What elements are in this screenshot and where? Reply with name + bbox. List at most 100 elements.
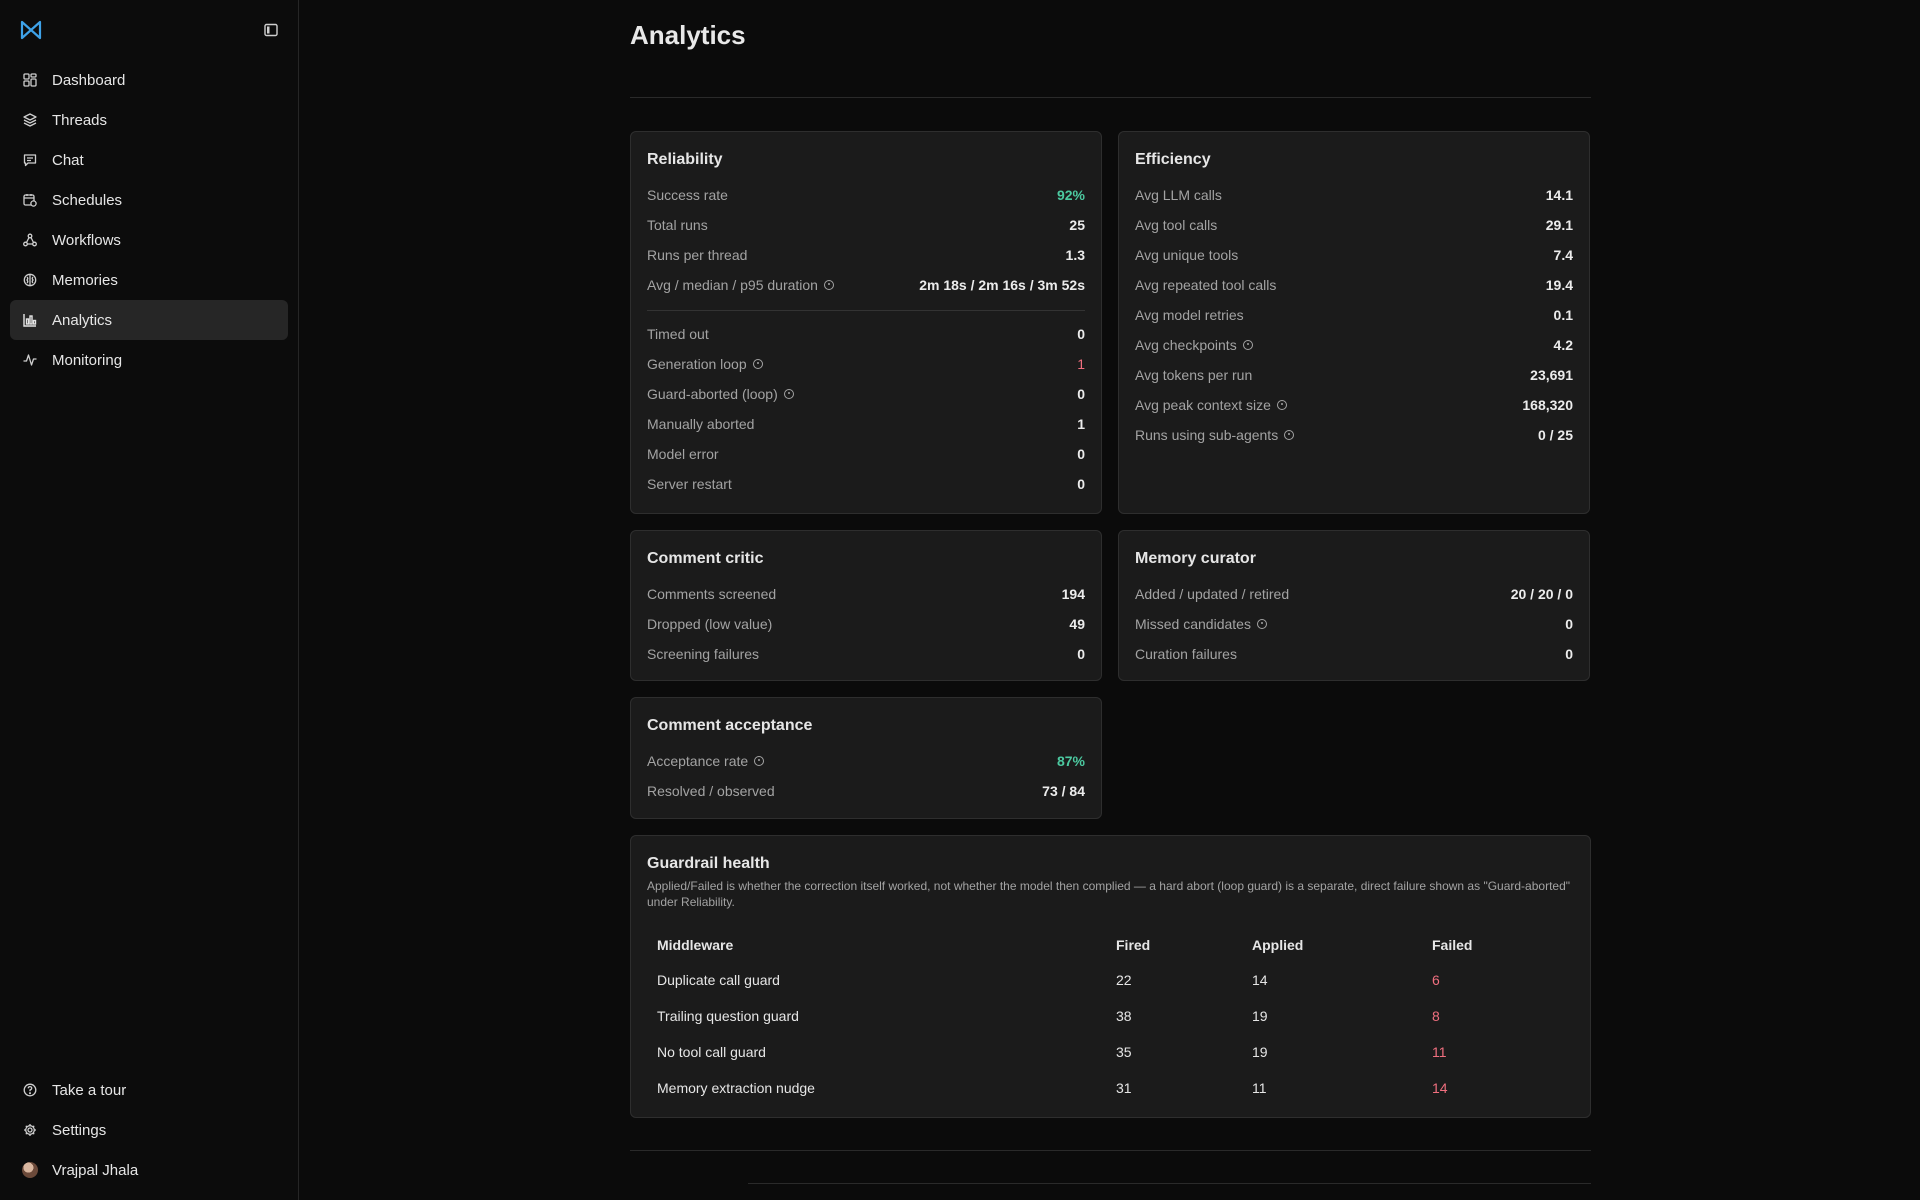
metric-label: Dropped (low value) [647, 616, 773, 632]
sidebar-nav: Dashboard Threads Chat Schedules Workflo… [0, 60, 298, 380]
metric-value: 0 [1077, 646, 1085, 662]
comment-critic-card: Comment critic Comments screened 194 Dro… [630, 530, 1102, 681]
cell-middleware: Trailing question guard [657, 1008, 799, 1024]
metric-value: 2m 18s / 2m 16s / 3m 52s [919, 277, 1085, 293]
mesh-logo-icon[interactable] [20, 20, 42, 40]
cell-applied: 19 [1252, 1044, 1268, 1060]
cell-applied: 19 [1252, 1008, 1268, 1024]
reliability-card: Reliability Success rate 92% Total runs … [630, 131, 1102, 514]
column-header-middleware: Middleware [657, 937, 734, 953]
page-title: Analytics [630, 20, 746, 50]
card-title: Memory curator [1135, 550, 1256, 567]
cell-middleware: Duplicate call guard [657, 972, 780, 988]
metric-row: Avg tokens per run 23,691 [1135, 360, 1573, 390]
metric-label: Acceptance rate [647, 753, 749, 769]
metric-value: 19.4 [1545, 277, 1573, 293]
sidebar-item-memories[interactable]: Memories [10, 260, 288, 300]
metric-row: Added / updated / retired 20 / 20 / 0 [1135, 579, 1573, 609]
cell-fired: 31 [1116, 1080, 1132, 1096]
cell-fired: 38 [1116, 1008, 1132, 1024]
sidebar-item-label: Monitoring [52, 351, 123, 369]
cell-middleware: Memory extraction nudge [657, 1080, 815, 1096]
section-divider [748, 1183, 1591, 1184]
info-icon[interactable] [1276, 400, 1287, 410]
metric-label: Avg repeated tool calls [1135, 277, 1277, 293]
card-title: Guardrail health [647, 855, 770, 872]
metric-label: Server restart [647, 476, 732, 492]
metric-row: Runs per thread 1.3 [647, 240, 1085, 270]
metric-row: Dropped (low value) 49 [647, 609, 1085, 639]
sidebar-item-analytics[interactable]: Analytics [10, 300, 288, 340]
metric-row: Avg checkpoints 4.2 [1135, 330, 1573, 360]
card-description: Applied/Failed is whether the correction… [647, 879, 1571, 909]
metric-row: Comments screened 194 [647, 579, 1085, 609]
metric-value: 92% [1056, 187, 1085, 203]
cell-failed: 14 [1432, 1080, 1448, 1096]
sidebar-item-label: Dashboard [52, 71, 126, 89]
info-icon[interactable] [1256, 619, 1267, 629]
sidebar-item-threads[interactable]: Threads [10, 100, 288, 140]
metric-value: 49 [1069, 616, 1085, 632]
message-icon [22, 152, 38, 168]
sidebar-item-label: Memories [52, 271, 118, 289]
sidebar-item-chat[interactable]: Chat [10, 140, 288, 180]
metric-label: Comments screened [647, 586, 777, 602]
info-icon[interactable] [1284, 430, 1295, 440]
sidebar-item-label: Analytics [52, 311, 113, 329]
avatar [22, 1162, 38, 1178]
guardrail-table: Middleware Fired Applied Failed Duplicat… [647, 928, 1574, 1106]
metric-value: 1.3 [1065, 247, 1085, 263]
sidebar-item-workflows[interactable]: Workflows [10, 220, 288, 260]
metric-label: Added / updated / retired [1135, 586, 1290, 602]
sidebar-item-label: Workflows [52, 231, 121, 249]
table-header-row: Middleware Fired Applied Failed [647, 928, 1574, 962]
info-icon[interactable] [752, 359, 763, 369]
user-profile-button[interactable]: Vrajpal Jhala [10, 1150, 288, 1190]
section-divider [630, 1150, 1591, 1151]
metric-row: Success rate 92% [647, 180, 1085, 210]
metric-value: 0 / 25 [1537, 427, 1573, 443]
info-icon[interactable] [1242, 340, 1253, 350]
info-icon[interactable] [823, 280, 834, 290]
metric-label: Missed candidates [1135, 616, 1251, 632]
settings-button[interactable]: Settings [10, 1110, 288, 1150]
metric-label: Curation failures [1135, 646, 1237, 662]
metric-value: 168,320 [1522, 397, 1573, 413]
user-name: Vrajpal Jhala [52, 1161, 139, 1179]
metric-row: Acceptance rate 87% [647, 746, 1085, 776]
info-icon[interactable] [754, 756, 765, 766]
cell-applied: 14 [1252, 972, 1268, 988]
guardrail-health-card: Guardrail health Applied/Failed is wheth… [630, 835, 1591, 1118]
gear-icon [22, 1122, 38, 1138]
metric-value: 0 [1077, 326, 1085, 342]
metric-row: Curation failures 0 [1135, 639, 1573, 669]
metric-row: Missed candidates 0 [1135, 609, 1573, 639]
cell-middleware: No tool call guard [657, 1044, 766, 1060]
metric-value: 0 [1565, 616, 1573, 632]
info-icon[interactable] [783, 389, 794, 399]
metric-label: Generation loop [647, 356, 747, 372]
metric-value: 7.4 [1553, 247, 1573, 263]
metric-row: Avg unique tools 7.4 [1135, 240, 1573, 270]
metric-value: 4.2 [1553, 337, 1573, 353]
metric-value: 0 [1077, 386, 1085, 402]
metric-label: Avg checkpoints [1135, 337, 1237, 353]
metric-value: 194 [1061, 586, 1085, 602]
metric-label: Avg LLM calls [1135, 187, 1222, 203]
panel-toggle-icon[interactable] [260, 19, 282, 41]
metric-row: Avg tool calls 29.1 [1135, 210, 1573, 240]
metric-row: Avg repeated tool calls 19.4 [1135, 270, 1573, 300]
take-a-tour-button[interactable]: Take a tour [10, 1070, 288, 1110]
metric-label: Model error [647, 446, 719, 462]
sidebar-item-schedules[interactable]: Schedules [10, 180, 288, 220]
table-row: Trailing question guard 38 19 8 [647, 998, 1574, 1034]
efficiency-card: Efficiency Avg LLM calls 14.1 Avg tool c… [1118, 131, 1590, 514]
sidebar-item-dashboard[interactable]: Dashboard [10, 60, 288, 100]
metric-label: Avg model retries [1135, 307, 1244, 323]
metric-row: Avg / median / p95 duration 2m 18s / 2m … [647, 270, 1085, 300]
grid-icon [22, 72, 38, 88]
metric-row: Generation loop 1 [647, 349, 1085, 379]
sidebar-item-monitoring[interactable]: Monitoring [10, 340, 288, 380]
metric-value: 87% [1056, 753, 1085, 769]
layers-icon [22, 112, 38, 128]
